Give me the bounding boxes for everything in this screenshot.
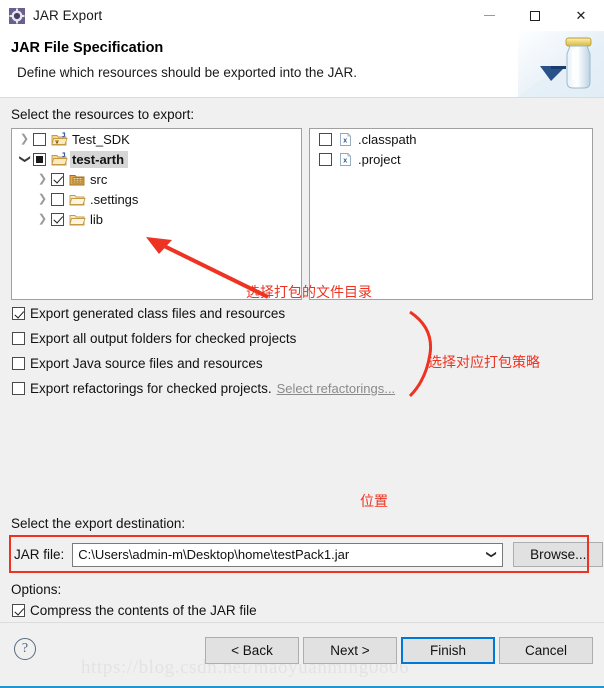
xml-file-icon: x <box>337 152 354 167</box>
chevron-down-icon[interactable]: ❯ <box>486 550 497 558</box>
wizard-header: JAR File Specification Define which reso… <box>0 31 604 98</box>
chevron-right-icon[interactable]: ❯ <box>34 169 51 189</box>
chevron-right-icon[interactable]: ❯ <box>34 189 51 209</box>
chevron-down-icon[interactable]: ❮ <box>15 151 35 168</box>
option-checkbox[interactable] <box>12 307 25 320</box>
next-button[interactable]: Next > <box>303 637 397 664</box>
resources-label: Select the resources to export: <box>11 107 195 122</box>
minimize-button[interactable] <box>466 0 512 31</box>
file-label: .project <box>358 151 401 167</box>
chevron-right-icon[interactable]: ❯ <box>16 129 33 149</box>
java-project-folder-icon <box>51 151 68 167</box>
close-button[interactable]: ✕ <box>558 0 604 31</box>
jar-file-row: JAR file: C:\Users\admin-m\Desktop\home\… <box>14 542 604 567</box>
option-export-refactorings[interactable]: Export refactorings for checked projects… <box>12 381 395 396</box>
option-checkbox[interactable] <box>12 357 25 370</box>
option-checkbox[interactable] <box>12 382 25 395</box>
tree-item-label: src <box>90 171 108 187</box>
button-bar: < Back Next > Finish Cancel <box>205 637 593 664</box>
tree-checkbox[interactable] <box>51 212 64 226</box>
tree-item-label: lib <box>90 211 104 227</box>
jar-file-input[interactable]: C:\Users\admin-m\Desktop\home\testPack1.… <box>73 547 349 562</box>
xml-file-icon: x <box>337 132 354 147</box>
option-label: Export all output folders for checked pr… <box>30 331 297 346</box>
resource-trees: ❯ Test_SDK ❮ test-arth ❯ src ❯ .settings… <box>11 128 593 300</box>
back-button[interactable]: < Back <box>205 637 299 664</box>
page-description: Define which resources should be exporte… <box>17 65 357 80</box>
svg-text:x: x <box>343 137 347 144</box>
title-bar: JAR Export ✕ <box>0 0 604 31</box>
option-compress-jar[interactable]: Compress the contents of the JAR file <box>12 603 257 618</box>
folder-icon <box>69 212 86 227</box>
dialog-body: Select the resources to export: ❯ Test_S… <box>0 98 604 664</box>
tree-checkbox[interactable] <box>33 152 46 166</box>
tree-row[interactable]: ❯ Test_SDK <box>12 129 301 149</box>
maximize-button[interactable] <box>512 0 558 31</box>
options-label: Options: <box>11 582 62 597</box>
tree-checkbox[interactable] <box>51 172 64 186</box>
file-label: .classpath <box>358 131 417 147</box>
tree-item-label: .settings <box>90 191 139 207</box>
file-checkbox[interactable] <box>319 152 332 166</box>
option-export-all-output-folders[interactable]: Export all output folders for checked pr… <box>12 331 296 346</box>
tree-row[interactable]: ❮ test-arth <box>12 149 301 169</box>
tree-row[interactable]: ❯ src <box>12 169 301 189</box>
browse-button[interactable]: Browse... <box>513 542 604 567</box>
option-export-generated-class-files[interactable]: Export generated class files and resourc… <box>12 306 285 321</box>
tree-item-label: test-arth <box>70 150 129 168</box>
file-list[interactable]: x .classpath x .project <box>309 128 593 300</box>
java-project-warning-folder-icon <box>51 131 68 147</box>
project-tree[interactable]: ❯ Test_SDK ❮ test-arth ❯ src ❯ .settings… <box>11 128 302 300</box>
select-refactorings-link[interactable]: Select refactorings... <box>277 381 396 396</box>
option-label: Compress the contents of the JAR file <box>30 603 257 618</box>
option-label: Export generated class files and resourc… <box>30 306 286 321</box>
finish-button[interactable]: Finish <box>401 637 495 664</box>
chevron-right-icon[interactable]: ❯ <box>34 209 51 229</box>
destination-label: Select the export destination: <box>11 516 186 531</box>
window-title: JAR Export <box>33 8 103 23</box>
option-label: Export refactorings for checked projects… <box>30 381 272 396</box>
gear-icon <box>9 7 25 24</box>
jar-file-label: JAR file: <box>14 547 65 562</box>
file-checkbox[interactable] <box>319 132 332 146</box>
option-checkbox[interactable] <box>12 604 25 617</box>
annotation-note-strategy: 选择对应打包策略 <box>428 354 540 370</box>
window-controls: ✕ <box>466 0 604 31</box>
option-label: Export Java source files and resources <box>30 356 263 371</box>
maximize-icon <box>530 10 540 21</box>
annotation-note-tree: 选择打包的文件目录 <box>246 284 372 300</box>
tree-checkbox[interactable] <box>33 132 46 146</box>
tree-row[interactable]: ❯ lib <box>12 209 301 229</box>
option-checkbox[interactable] <box>12 332 25 345</box>
jar-file-combobox[interactable]: C:\Users\admin-m\Desktop\home\testPack1.… <box>72 542 504 567</box>
svg-text:x: x <box>343 157 347 164</box>
jar-bottle-icon <box>518 31 604 97</box>
list-item[interactable]: x .classpath <box>310 129 592 149</box>
dialog-footer: ? https://blog.csdn.net/maoyuanming0806 … <box>0 622 604 688</box>
tree-row[interactable]: ❯ .settings <box>12 189 301 209</box>
minimize-icon <box>483 15 495 16</box>
source-package-folder-icon <box>69 172 86 187</box>
folder-icon <box>69 192 86 207</box>
close-icon: ✕ <box>575 8 587 23</box>
question-mark-icon[interactable]: ? <box>14 638 36 660</box>
list-item[interactable]: x .project <box>310 149 592 169</box>
tree-item-label: Test_SDK <box>72 131 130 147</box>
option-export-java-source-files[interactable]: Export Java source files and resources <box>12 356 263 371</box>
annotation-note-location: 位置 <box>360 493 388 509</box>
cancel-button[interactable]: Cancel <box>499 637 593 664</box>
tree-checkbox[interactable] <box>51 192 64 206</box>
page-title: JAR File Specification <box>11 40 164 56</box>
